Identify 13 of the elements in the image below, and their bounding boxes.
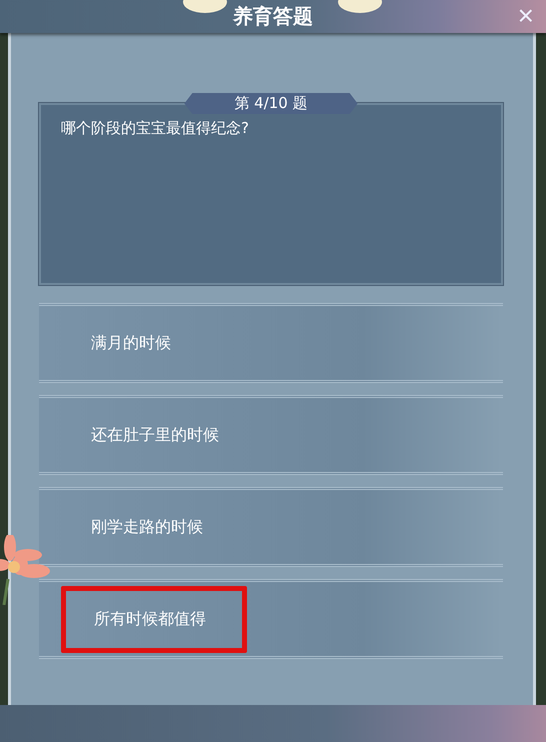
close-button[interactable]: × — [514, 2, 538, 30]
answer-option[interactable]: 刚学走路的时候 — [39, 487, 503, 567]
question-counter: 第 4/10 题 — [184, 93, 358, 114]
answer-option[interactable]: 满月的时候 — [39, 303, 503, 383]
answer-text: 还在肚子里的时候 — [90, 424, 219, 446]
highlighted-answer: 所有时候都值得 — [61, 586, 247, 652]
question-text: 哪个阶段的宝宝最值得纪念? — [61, 119, 250, 138]
answer-option[interactable]: 所有时候都值得 — [39, 579, 503, 659]
window-title: 养育答题 — [233, 3, 313, 30]
answer-option[interactable]: 还在肚子里的时候 — [39, 395, 503, 475]
answer-text: 刚学走路的时候 — [90, 516, 203, 538]
flower-drawing — [0, 535, 52, 605]
answer-text: 满月的时候 — [90, 332, 171, 354]
